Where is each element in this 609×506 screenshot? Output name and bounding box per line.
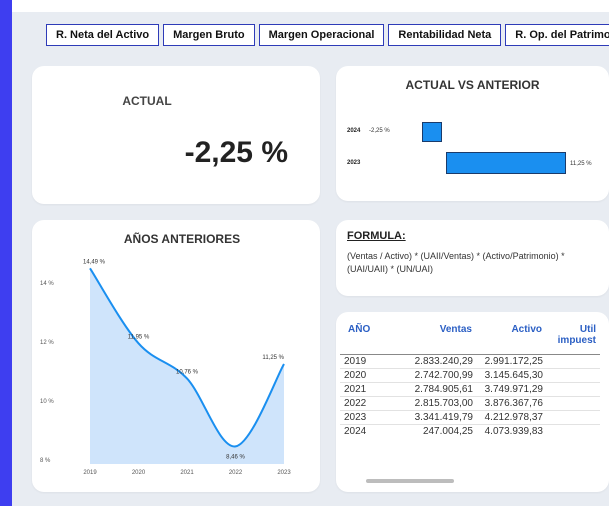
cell-ventas: 2.784.905,61 <box>390 382 476 397</box>
formula-card: FORMULA: (Ventas / Activo) * (UAII/Venta… <box>336 220 609 296</box>
metric-tabs: R. Neta del Activo Margen Bruto Margen O… <box>46 24 609 46</box>
cell-util <box>546 382 600 397</box>
y-tick-label: 14 % <box>40 281 54 287</box>
area-fill <box>90 268 284 464</box>
tab-r-neta-activo[interactable]: R. Neta del Activo <box>46 24 160 46</box>
cell-activo: 3.145.645,30 <box>476 368 546 383</box>
chart-title: AÑOS ANTERIORES <box>123 232 241 246</box>
table-row[interactable]: 2021 2.784.905,61 3.749.971,29 <box>340 382 600 397</box>
cell-ventas: 3.341.419,79 <box>390 410 476 425</box>
cell-ventas: 2.742.700,99 <box>390 368 476 383</box>
col-header-year[interactable]: AÑO <box>340 324 390 355</box>
data-table: AÑO Ventas Activo Util impuest 2019 2.83… <box>340 324 600 438</box>
tab-margen-bruto[interactable]: Margen Bruto <box>163 24 255 46</box>
vs-label-2023: 11,25 % <box>570 161 592 167</box>
cell-ventas: 247.004,25 <box>390 424 476 438</box>
cell-ventas: 2.833.240,29 <box>390 354 476 369</box>
col-header-activo[interactable]: Activo <box>476 324 546 355</box>
tab-rentabilidad-neta[interactable]: Rentabilidad Neta <box>388 24 502 46</box>
horizontal-scrollbar[interactable] <box>366 479 454 483</box>
actual-label: ACTUAL <box>122 94 172 108</box>
table-row[interactable]: 2019 2.833.240,29 2.991.172,25 <box>340 354 600 369</box>
formula-text: (Ventas / Activo) * (UAII/Ventas) * (Act… <box>347 251 565 274</box>
cell-activo: 3.876.367,76 <box>476 396 546 411</box>
y-tick-label: 10 % <box>40 399 54 405</box>
vs-bar-2023[interactable] <box>446 152 566 174</box>
cell-util <box>546 368 600 383</box>
vs-bar-2024[interactable] <box>422 122 442 142</box>
data-table-card: AÑO Ventas Activo Util impuest 2019 2.83… <box>336 312 609 492</box>
cell-util <box>546 410 600 425</box>
cell-util <box>546 396 600 411</box>
cell-activo: 3.749.971,29 <box>476 382 546 397</box>
table-header: AÑO Ventas Activo Util impuest <box>340 324 600 355</box>
x-tick-label: 2019 <box>83 470 97 476</box>
table-row[interactable]: 2023 3.341.419,79 4.212.978,37 <box>340 410 600 425</box>
actual-card: ACTUAL -2,25 % <box>32 66 320 204</box>
table-row[interactable]: 2022 2.815.703,00 3.876.367,76 <box>340 396 600 411</box>
trend-chart: 8 % 10 % 12 % 14 % 2019 2020 2021 2022 2023 14,49… <box>40 259 291 476</box>
cell-activo: 4.212.978,37 <box>476 410 546 425</box>
vs-year-2023: 2023 <box>347 160 361 166</box>
tab-r-op-patrimonio[interactable]: R. Op. del Patrimonio <box>505 24 609 46</box>
vs-title: ACTUAL VS ANTERIOR <box>405 78 540 92</box>
data-label: 10,76 % <box>176 369 199 375</box>
cell-activo: 2.991.172,25 <box>476 354 546 369</box>
cell-ventas: 2.815.703,00 <box>390 396 476 411</box>
cell-year: 2019 <box>340 354 390 369</box>
actual-vs-anterior-card: ACTUAL VS ANTERIOR 2024 -2,25 % 2023 11,… <box>336 66 609 201</box>
cell-year: 2021 <box>340 382 390 397</box>
data-label: 11,95 % <box>128 334 150 340</box>
data-label: 8,46 % <box>226 454 245 460</box>
x-tick-label: 2023 <box>277 470 291 476</box>
cell-util <box>546 354 600 369</box>
col-header-ventas[interactable]: Ventas <box>390 324 476 355</box>
cell-year: 2024 <box>340 424 390 438</box>
data-label: 11,25 % <box>262 355 284 361</box>
col-header-util[interactable]: Util impuest <box>546 324 600 355</box>
vs-year-2024: 2024 <box>347 128 361 134</box>
table-row[interactable]: 2024 247.004,25 4.073.939,83 <box>340 424 600 438</box>
cell-year: 2022 <box>340 396 390 411</box>
actual-value: -2,25 % <box>184 136 288 169</box>
report-canvas: R. Neta del Activo Margen Bruto Margen O… <box>12 0 609 506</box>
x-tick-label: 2020 <box>132 470 146 476</box>
table-row[interactable]: 2020 2.742.700,99 3.145.645,30 <box>340 368 600 383</box>
x-tick-label: 2021 <box>180 470 194 476</box>
cell-year: 2020 <box>340 368 390 383</box>
anos-anteriores-card: AÑOS ANTERIORES 8 % 10 % 12 % 14 % 2019 2020 2… <box>32 220 320 492</box>
cell-activo: 4.073.939,83 <box>476 424 546 438</box>
y-tick-label: 8 % <box>40 458 51 464</box>
y-tick-label: 12 % <box>40 340 54 346</box>
cell-util <box>546 424 600 438</box>
data-label: 14,49 % <box>83 259 106 265</box>
x-tick-label: 2022 <box>229 470 243 476</box>
top-strip <box>12 0 609 12</box>
cell-year: 2023 <box>340 410 390 425</box>
vs-label-2024: -2,25 % <box>369 128 390 134</box>
formula-title: FORMULA: <box>347 230 406 242</box>
tab-margen-operacional[interactable]: Margen Operacional <box>258 24 385 46</box>
